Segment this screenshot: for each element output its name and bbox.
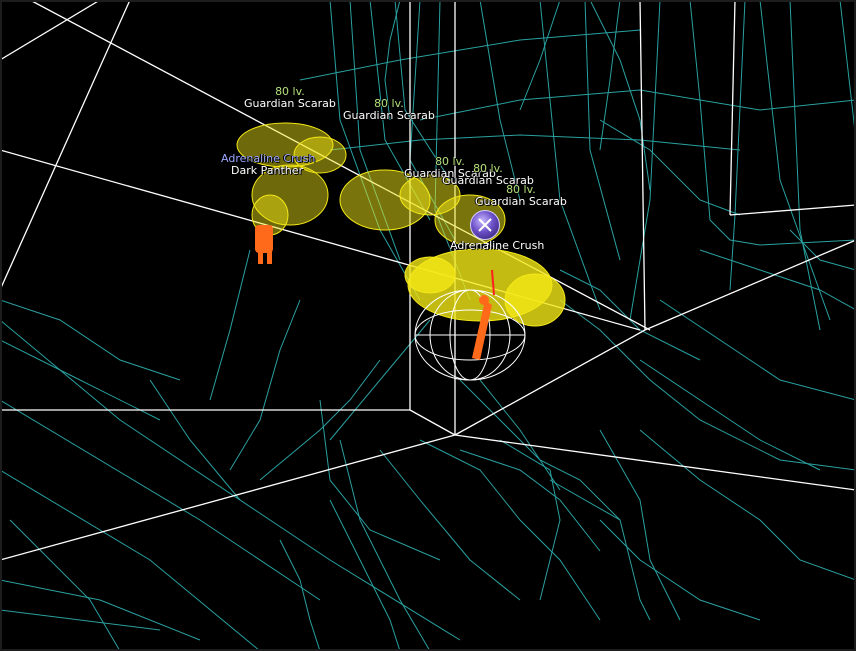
pet-figure — [255, 225, 273, 264]
nameplate-guardian-scarab-1[interactable]: 80 lv. Guardian Scarab — [244, 86, 336, 110]
nameplate-pet[interactable]: Adrenaline Crush Dark Panther — [221, 153, 315, 177]
nameplate-guardian-scarab-2[interactable]: 80 lv. Guardian Scarab — [343, 98, 435, 122]
player-buff-label: Adrenaline Crush — [450, 239, 545, 252]
pet-name: Dark Panther — [231, 164, 304, 177]
nameplate-guardian-scarab-5[interactable]: 80 lv. Guardian Scarab — [475, 184, 567, 208]
mob-name: Guardian Scarab — [475, 195, 567, 208]
crossed-swords-icon — [478, 218, 492, 232]
target-marker-icon[interactable] — [470, 210, 500, 240]
mob-name: Guardian Scarab — [244, 97, 336, 110]
guardian-scarab-mesh-left — [236, 122, 347, 236]
nameplate-player[interactable]: Adrenaline Crush — [450, 240, 544, 252]
mob-name: Guardian Scarab — [343, 109, 435, 122]
